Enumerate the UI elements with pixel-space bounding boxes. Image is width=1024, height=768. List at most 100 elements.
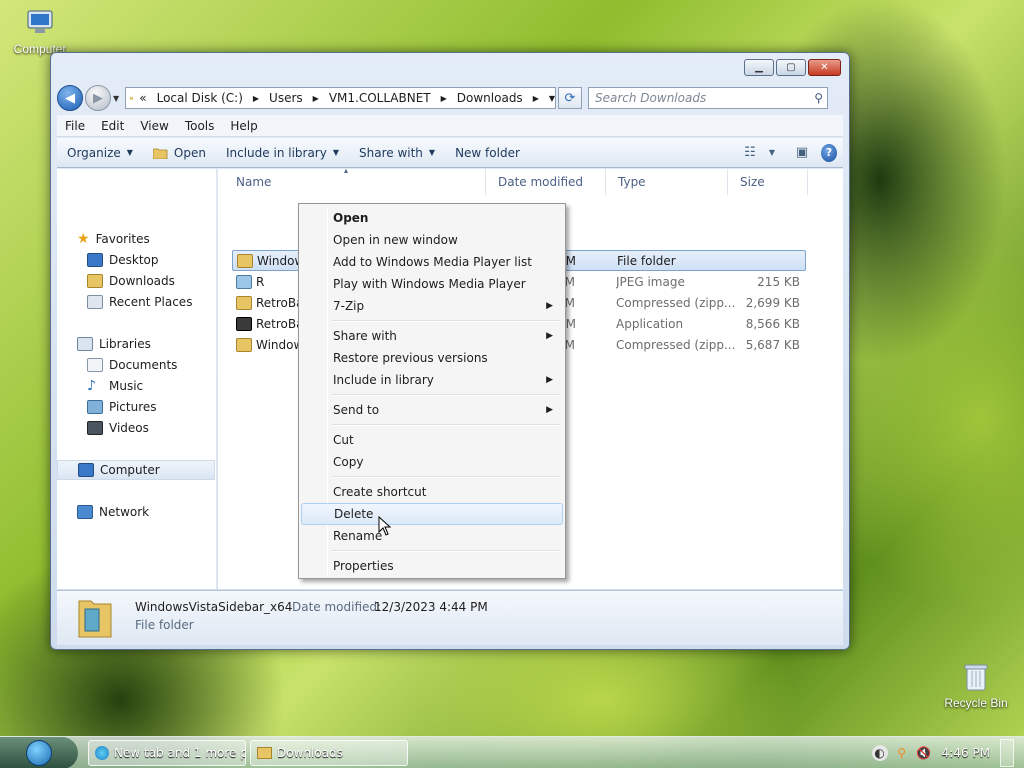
column-header-size[interactable]: Size xyxy=(728,169,808,195)
nav-network[interactable]: Network xyxy=(57,502,215,522)
search-input[interactable]: Search Downloads ⚲ xyxy=(588,87,828,109)
nav-desktop[interactable]: Desktop xyxy=(57,250,215,270)
folder-icon xyxy=(237,253,253,268)
menu-item-open[interactable]: Open xyxy=(301,207,563,229)
start-button[interactable] xyxy=(0,737,78,768)
menu-item-share-with[interactable]: Share with ▶ xyxy=(301,325,563,347)
preview-pane-button[interactable]: ▣ xyxy=(791,142,813,164)
menu-item-play-with-wmp[interactable]: Play with Windows Media Player xyxy=(301,273,563,295)
menu-item-open-new-window[interactable]: Open in new window xyxy=(301,229,563,251)
menu-item-include-in-library[interactable]: Include in library ▶ xyxy=(301,369,563,391)
menu-item-copy[interactable]: Copy xyxy=(301,451,563,473)
zip-folder-icon xyxy=(236,295,252,310)
taskbar-explorer-button[interactable]: Downloads xyxy=(250,740,408,766)
include-label: Include in library xyxy=(225,145,327,160)
menu-separator xyxy=(331,476,561,478)
minimize-button[interactable]: ▁ xyxy=(744,59,774,76)
recycle-bin[interactable]: Recycle Bin xyxy=(936,662,1016,710)
file-name: RetroBa xyxy=(256,316,304,331)
explorer-folder-icon xyxy=(257,747,272,759)
media-icon[interactable]: ◐ xyxy=(871,745,888,761)
column-type-label: Type xyxy=(618,175,646,189)
chevron-right-icon[interactable]: ▶ xyxy=(313,94,319,103)
chevron-down-icon: ▼ xyxy=(428,148,436,157)
column-header-name[interactable]: Name ▴ xyxy=(224,166,486,195)
search-icon[interactable]: ⚲ xyxy=(894,745,910,761)
menu-item-cut[interactable]: Cut xyxy=(301,429,563,451)
nav-computer[interactable]: Computer xyxy=(57,460,215,480)
menu-item-rename[interactable]: Rename xyxy=(301,525,563,547)
menu-item-share-label: Share with xyxy=(333,329,397,343)
chevron-right-icon[interactable]: ▶ xyxy=(533,94,539,103)
nav-libraries-label: Libraries xyxy=(99,337,151,351)
maximize-button[interactable]: ▢ xyxy=(776,59,806,76)
nav-downloads[interactable]: Downloads xyxy=(57,271,215,291)
menu-item-send-label: Send to xyxy=(333,403,380,417)
libraries-icon xyxy=(77,337,93,351)
chevron-down-icon[interactable]: ▼ xyxy=(549,94,555,103)
share-with-button[interactable]: Share with ▼ xyxy=(349,146,445,160)
nav-recent-places[interactable]: Recent Places xyxy=(57,292,215,312)
details-file-type: File folder xyxy=(135,618,194,632)
menu-view[interactable]: View xyxy=(132,119,176,133)
nav-libraries[interactable]: Libraries xyxy=(57,334,215,354)
organize-button[interactable]: Organize ▼ xyxy=(57,146,143,160)
back-arrow-icon: ◀ xyxy=(65,90,75,106)
column-header-type[interactable]: Type xyxy=(606,169,728,195)
help-button[interactable]: ? xyxy=(821,142,843,164)
breadcrumb-users[interactable]: Users xyxy=(269,91,303,105)
search-icon[interactable]: ⚲ xyxy=(814,91,823,105)
menu-edit[interactable]: Edit xyxy=(93,119,132,133)
file-type: Compressed (zipp... xyxy=(616,337,736,352)
details-view-icon: ☷ xyxy=(744,145,756,160)
column-header-date[interactable]: Date modified xyxy=(486,169,606,195)
address-overflow[interactable]: « xyxy=(139,91,146,105)
nav-favorites[interactable]: ★ Favorites xyxy=(57,229,215,249)
refresh-button[interactable]: ⟳ xyxy=(558,87,582,109)
view-options-dropdown[interactable]: ▼ xyxy=(761,142,783,164)
menu-item-send-to[interactable]: Send to ▶ xyxy=(301,399,563,421)
file-type: Application xyxy=(616,316,684,331)
back-button[interactable]: ◀ xyxy=(57,85,83,111)
menu-item-add-to-wmp-list[interactable]: Add to Windows Media Player list xyxy=(301,251,563,273)
nav-desktop-label: Desktop xyxy=(109,253,159,267)
recent-pages-dropdown[interactable]: ▼ xyxy=(113,94,123,103)
nav-pictures[interactable]: Pictures xyxy=(57,397,215,417)
menu-item-create-shortcut[interactable]: Create shortcut xyxy=(301,481,563,503)
clock[interactable]: 4:46 PM xyxy=(942,746,990,760)
breadcrumb-local-disk[interactable]: Local Disk (C:) xyxy=(157,91,243,105)
volume-muted-icon[interactable]: 🔇 xyxy=(916,745,932,761)
navigation-pane: ★ Favorites Desktop Downloads Recent Pla… xyxy=(57,169,217,589)
desktop-computer-icon[interactable]: Computer xyxy=(0,8,80,56)
menu-tools[interactable]: Tools xyxy=(177,119,223,133)
forward-button[interactable]: ▶ xyxy=(85,85,111,111)
menu-file[interactable]: File xyxy=(57,119,93,133)
menu-item-properties[interactable]: Properties xyxy=(301,555,563,577)
change-view-button[interactable]: ☷ xyxy=(739,142,761,164)
zip-folder-icon xyxy=(236,337,252,352)
address-bar[interactable]: « Local Disk (C:) ▶ Users ▶ VM1.COLLABNE… xyxy=(125,87,556,109)
chevron-right-icon[interactable]: ▶ xyxy=(253,94,259,103)
menu-item-restore-previous-versions[interactable]: Restore previous versions xyxy=(301,347,563,369)
taskbar-browser-button[interactable]: New tab and 1 more p... xyxy=(88,740,246,766)
include-in-library-button[interactable]: Include in library ▼ xyxy=(216,146,349,160)
menu-separator xyxy=(331,424,561,426)
close-button[interactable]: ✕ xyxy=(808,59,841,76)
minimize-icon: ▁ xyxy=(755,62,763,73)
menu-help[interactable]: Help xyxy=(222,119,265,133)
refresh-icon: ⟳ xyxy=(564,90,576,106)
chevron-right-icon[interactable]: ▶ xyxy=(441,94,447,103)
breadcrumb-user[interactable]: VM1.COLLABNET xyxy=(329,91,431,105)
menu-item-7zip[interactable]: 7-Zip ▶ xyxy=(301,295,563,317)
nav-recent-label: Recent Places xyxy=(109,295,193,309)
nav-pictures-label: Pictures xyxy=(109,400,157,414)
new-folder-button[interactable]: New folder xyxy=(445,146,530,160)
submenu-arrow-icon: ▶ xyxy=(546,301,553,311)
show-desktop-button[interactable] xyxy=(1000,739,1014,767)
nav-videos[interactable]: Videos xyxy=(57,418,215,438)
nav-documents[interactable]: Documents xyxy=(57,355,215,375)
menu-item-delete[interactable]: Delete xyxy=(301,503,563,525)
breadcrumb-downloads[interactable]: Downloads xyxy=(457,91,523,105)
nav-music[interactable]: ♪ Music xyxy=(57,376,215,396)
open-button[interactable]: Open xyxy=(143,146,216,160)
